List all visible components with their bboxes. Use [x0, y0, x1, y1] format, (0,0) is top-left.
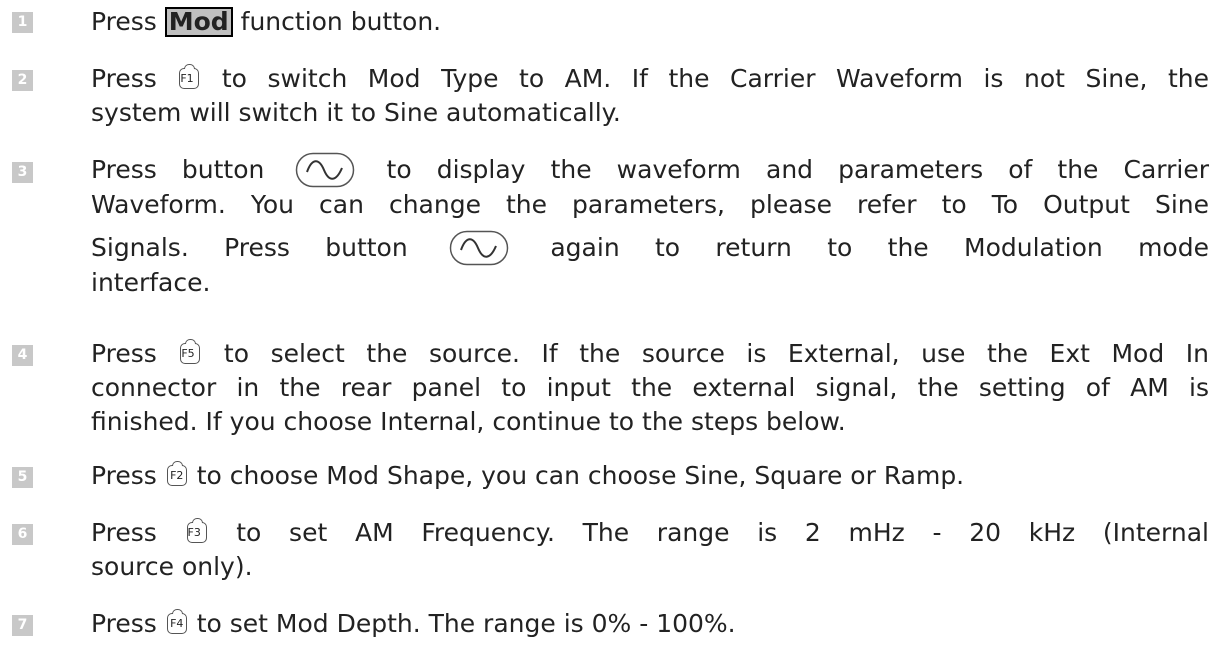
step-text-part: to set AM Frequency. The range is 2 mHz …	[208, 518, 1209, 547]
step-text-part: to choose Mod Shape, you can choose Sine…	[188, 461, 965, 490]
step-text: Press F3 to set AM Frequency. The range …	[91, 516, 1209, 584]
step-text-part: Press	[91, 7, 165, 36]
mod-button: Mod	[164, 7, 233, 37]
f2-key-icon: F2	[166, 461, 187, 486]
step-number: 6	[12, 524, 33, 545]
step-text-part: to set Mod Depth. The range is 0% - 100%…	[188, 609, 736, 638]
step-text-part: again to return to the Modulation mode	[515, 233, 1209, 262]
step-text-part: function button.	[232, 7, 442, 36]
step-text-part: Press	[91, 461, 165, 490]
step-text-part: to select the source. If the source is E…	[202, 339, 1209, 368]
step-text-part: system will switch it to Sine automatica…	[91, 98, 621, 127]
step-text-part: Signals. Press button	[91, 233, 444, 262]
step-text: Press F1 to switch Mod Type to AM. If th…	[91, 62, 1209, 130]
f4-key-icon: F4	[166, 609, 187, 634]
f1-key-icon: F1	[179, 64, 200, 89]
step-text-part: Press	[91, 64, 178, 93]
step-text-part: Press	[91, 518, 185, 547]
step-number: 7	[12, 615, 33, 636]
step-text: Press button to display the waveform and…	[91, 152, 1209, 300]
step-text-part: Waveform. You can change the parameters,…	[91, 190, 1209, 219]
step-text-part: interface.	[91, 268, 211, 297]
step-text-part: to switch Mod Type to AM. If the Carrier…	[201, 64, 1209, 93]
step-number: 5	[12, 467, 33, 488]
sine-button-icon	[296, 152, 355, 188]
step-text: Press Mod function button.	[91, 5, 1209, 39]
step-number: 1	[12, 12, 33, 33]
step-text-part: connector in the rear panel to input the…	[91, 373, 1209, 402]
step-text-part: Press	[91, 609, 165, 638]
sine-button-icon	[449, 230, 509, 266]
step-text: Press F5 to select the source. If the so…	[91, 337, 1209, 439]
f5-key-icon: F5	[180, 339, 201, 364]
step-text-part: to display the waveform and parameters o…	[361, 155, 1210, 184]
f3-key-icon: F3	[186, 518, 207, 543]
step-text-part: Press	[91, 339, 179, 368]
step-number: 3	[12, 162, 33, 183]
step-number: 2	[12, 70, 33, 91]
step-text-part: source only).	[91, 552, 253, 581]
step-text-part: finished. If you choose Internal, contin…	[91, 407, 846, 436]
step-number: 4	[12, 345, 33, 366]
step-text: Press F4 to set Mod Depth. The range is …	[91, 607, 1209, 641]
step-text: Press F2 to choose Mod Shape, you can ch…	[91, 459, 1209, 493]
step-text-part: Press button	[91, 155, 290, 184]
